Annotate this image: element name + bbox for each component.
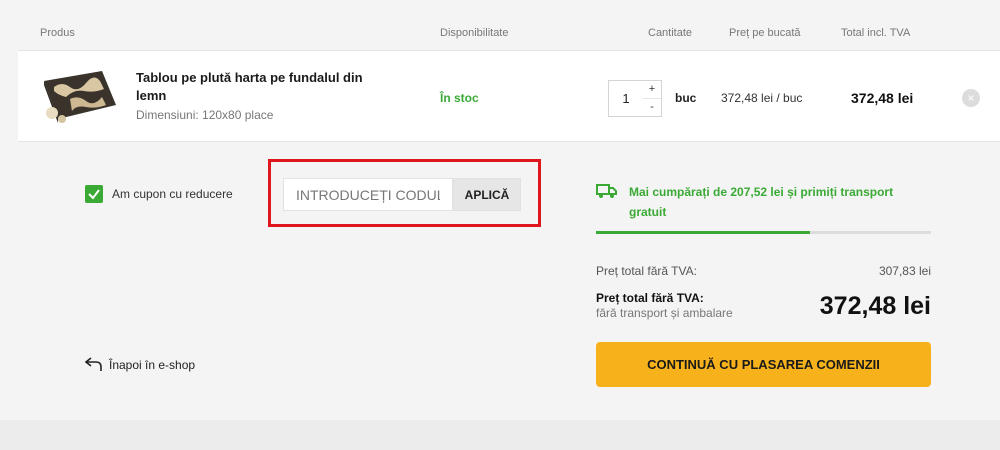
gross-total-label: Preț total fără TVA:	[596, 291, 704, 305]
coupon-code-input[interactable]	[283, 178, 453, 211]
footer-band	[0, 420, 1000, 450]
gross-total-note: fără transport și ambalare	[596, 306, 733, 320]
cart-item-row: Tablou pe plută harta pe fundalul din le…	[18, 50, 1000, 142]
quantity-input[interactable]: 1	[609, 81, 643, 116]
quantity-unit: buc	[675, 91, 697, 105]
header-availability: Disponibilitate	[440, 27, 509, 39]
continue-order-button[interactable]: CONTINUĂ CU PLASAREA COMENZII	[596, 342, 931, 387]
free-shipping-progress	[596, 231, 931, 234]
truck-icon	[596, 184, 617, 198]
quantity-increase-button[interactable]: +	[643, 81, 661, 98]
back-arrow-icon	[85, 357, 102, 371]
header-unit-price: Preț pe bucată	[729, 27, 801, 39]
back-to-shop-label: Înapoi în e-shop	[109, 358, 196, 372]
quantity-decrease-button[interactable]: -	[643, 98, 661, 115]
net-total-value: 307,83 lei	[878, 264, 931, 278]
coupon-checkbox[interactable]	[85, 185, 103, 203]
quantity-stepper: 1 + -	[608, 80, 662, 117]
gross-total-value: 372,48 lei	[819, 292, 931, 320]
product-thumbnail[interactable]	[40, 67, 118, 125]
product-dimensions: Dimensiuni: 120x80 place	[136, 108, 274, 122]
apply-coupon-button[interactable]: APLICĂ	[453, 178, 521, 211]
coupon-checkbox-label[interactable]: Am cupon cu reducere	[112, 187, 233, 201]
free-shipping-progress-fill	[596, 231, 811, 234]
header-total: Total incl. TVA	[841, 27, 911, 39]
unit-price: 372,48 lei / buc	[721, 91, 803, 105]
header-product: Produs	[40, 27, 75, 39]
cart-table-header: Produs Disponibilitate Cantitate Preț pe…	[18, 18, 1000, 50]
item-total-price: 372,48 lei	[851, 90, 914, 106]
remove-item-button[interactable]: ×	[962, 89, 980, 107]
product-name[interactable]: Tablou pe plută harta pe fundalul din le…	[136, 69, 396, 105]
stock-status: În stoc	[440, 91, 479, 105]
free-shipping-message: Mai cumpărați de 207,52 lei și primiți t…	[629, 185, 894, 219]
header-quantity: Cantitate	[648, 27, 693, 39]
net-total-label: Preț total fără TVA:	[596, 264, 697, 278]
